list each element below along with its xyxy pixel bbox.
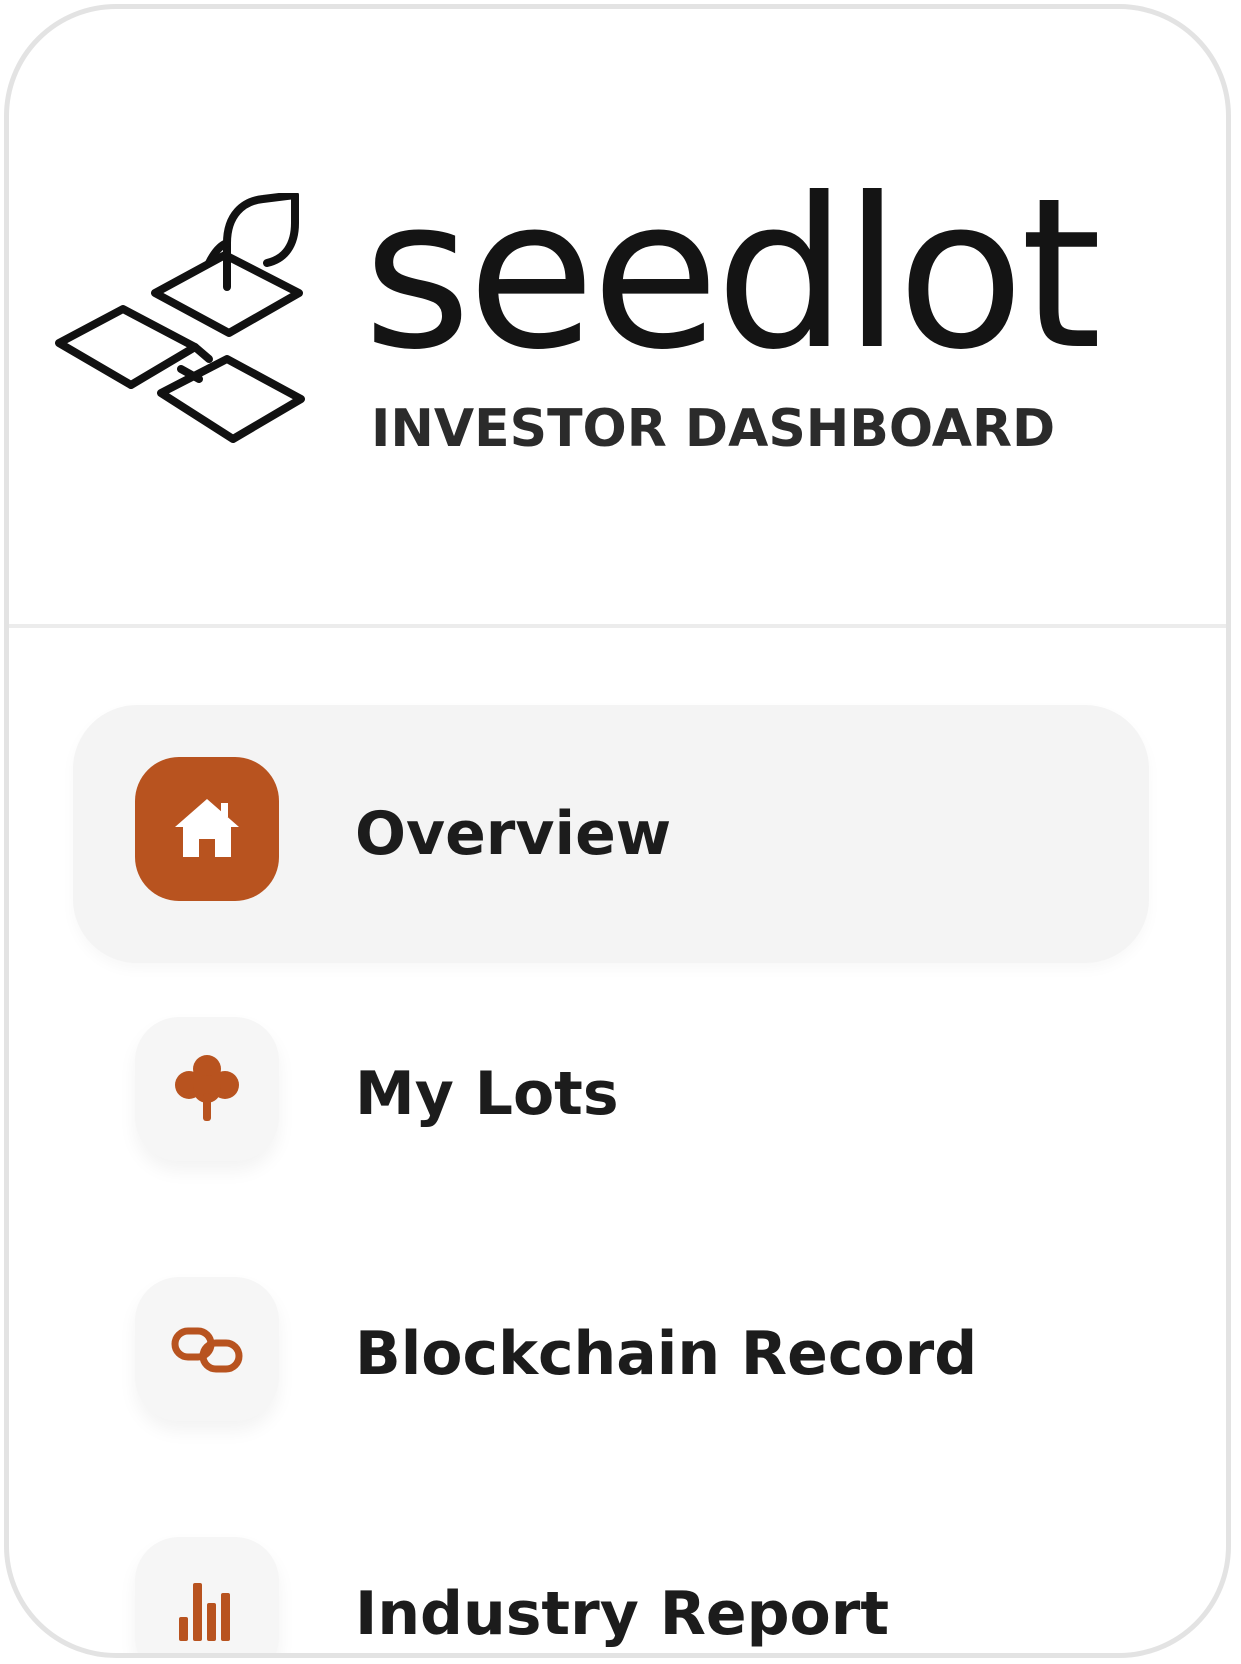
sidebar-panel: seedlot INVESTOR DASHBOARD Overview My L… [4,4,1231,1658]
nav-item-my-lots[interactable]: My Lots [73,965,1149,1223]
nav-item-industry-report[interactable]: Industry Report [73,1485,1149,1653]
brand-logo[interactable]: seedlot INVESTOR DASHBOARD [45,171,1102,483]
nav-icon-badge [135,1277,279,1421]
bar-chart-icon [179,1583,230,1641]
nav-label-my-lots: My Lots [355,1059,619,1129]
nav-label-industry-report: Industry Report [355,1579,890,1649]
nav-icon-badge [135,1537,279,1653]
brand-name: seedlot [363,154,1102,396]
seedling-plots-icon [55,193,305,443]
nav-icon-badge [135,757,279,901]
home-icon [175,799,239,857]
tree-icon [175,1055,239,1121]
nav-icon-badge [135,1017,279,1161]
nav-item-blockchain-record[interactable]: Blockchain Record [73,1225,1149,1483]
nav-label-overview: Overview [355,799,672,869]
nav-label-blockchain-record: Blockchain Record [355,1319,978,1389]
link-icon [171,1327,243,1373]
nav-item-overview[interactable]: Overview [73,705,1149,963]
brand-subtitle: INVESTOR DASHBOARD [371,399,1056,459]
header-divider [9,624,1226,628]
